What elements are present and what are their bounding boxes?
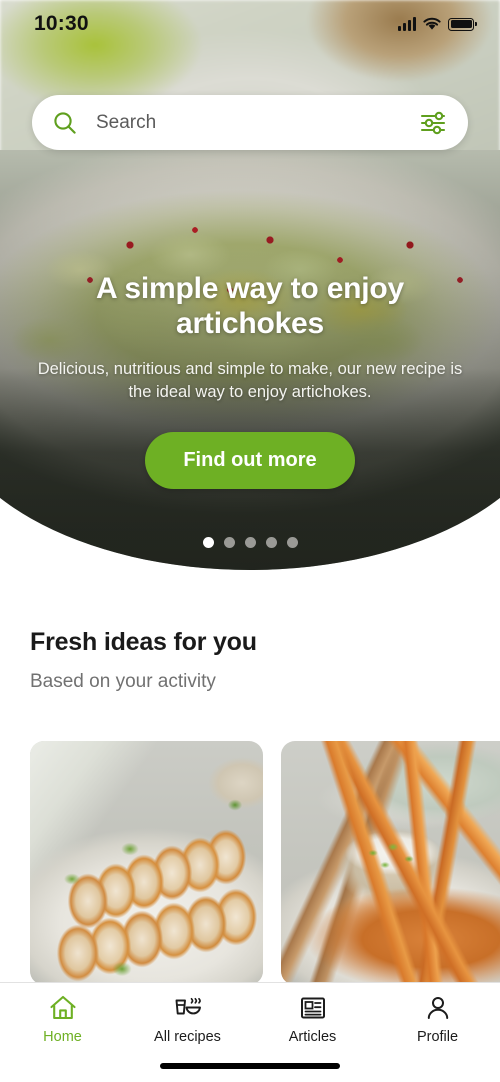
recipe-card[interactable] [30, 741, 263, 985]
nav-label-articles: Articles [288, 1029, 337, 1045]
nav-item-profile[interactable]: Profile [375, 993, 500, 1045]
recipe-card-image [30, 741, 263, 985]
recipe-card-list[interactable] [30, 741, 500, 985]
nav-item-home[interactable]: Home [0, 993, 125, 1045]
filter-sliders-icon[interactable] [420, 110, 448, 136]
section-subtitle: Based on your activity [30, 671, 216, 692]
food-drink-icon [175, 997, 201, 1015]
search-input[interactable]: Search [96, 112, 420, 134]
search-bar[interactable]: Search [32, 95, 468, 150]
carousel-dot-2[interactable] [223, 537, 235, 548]
carousel-dot-4[interactable] [265, 537, 277, 548]
cellular-signal-icon [398, 17, 416, 31]
carousel-dots [0, 537, 500, 548]
hero-title: A simple way to enjoy artichokes [95, 272, 405, 340]
nav-item-articles[interactable]: Articles [250, 993, 375, 1045]
find-out-more-button[interactable]: Find out more [145, 432, 355, 490]
section-title: Fresh ideas for you [30, 628, 257, 656]
newspaper-icon [300, 997, 325, 1019]
status-bar: 10:30 [0, 0, 500, 48]
battery-full-icon [448, 17, 477, 31]
nav-label-profile: Profile [416, 1029, 459, 1045]
home-icon [49, 995, 76, 1020]
carousel-dot-5[interactable] [286, 537, 298, 548]
status-bar-time: 10:30 [34, 12, 89, 35]
nav-item-all-recipes[interactable]: All recipes [125, 993, 250, 1045]
nav-label-all-recipes: All recipes [154, 1029, 221, 1045]
wifi-icon [423, 17, 441, 30]
nav-label-home: Home [43, 1029, 82, 1045]
search-icon[interactable] [52, 110, 78, 136]
status-bar-icons [398, 17, 477, 31]
carousel-dot-1[interactable] [202, 537, 214, 548]
app-screen: 10:30 Search A simple way to enjoy artic… [0, 0, 500, 1082]
home-indicator [160, 1063, 340, 1069]
person-icon [427, 997, 448, 1019]
recipe-card[interactable] [281, 741, 500, 985]
carousel-dot-3[interactable] [244, 537, 256, 548]
fresh-ideas-section: Fresh ideas for you Based on your activi… [0, 628, 500, 693]
hero-content: A simple way to enjoy artichokes Delicio… [0, 272, 500, 490]
hero-subtitle: Delicious, nutritious and simple to make… [37, 359, 463, 402]
recipe-card-image [281, 741, 500, 985]
